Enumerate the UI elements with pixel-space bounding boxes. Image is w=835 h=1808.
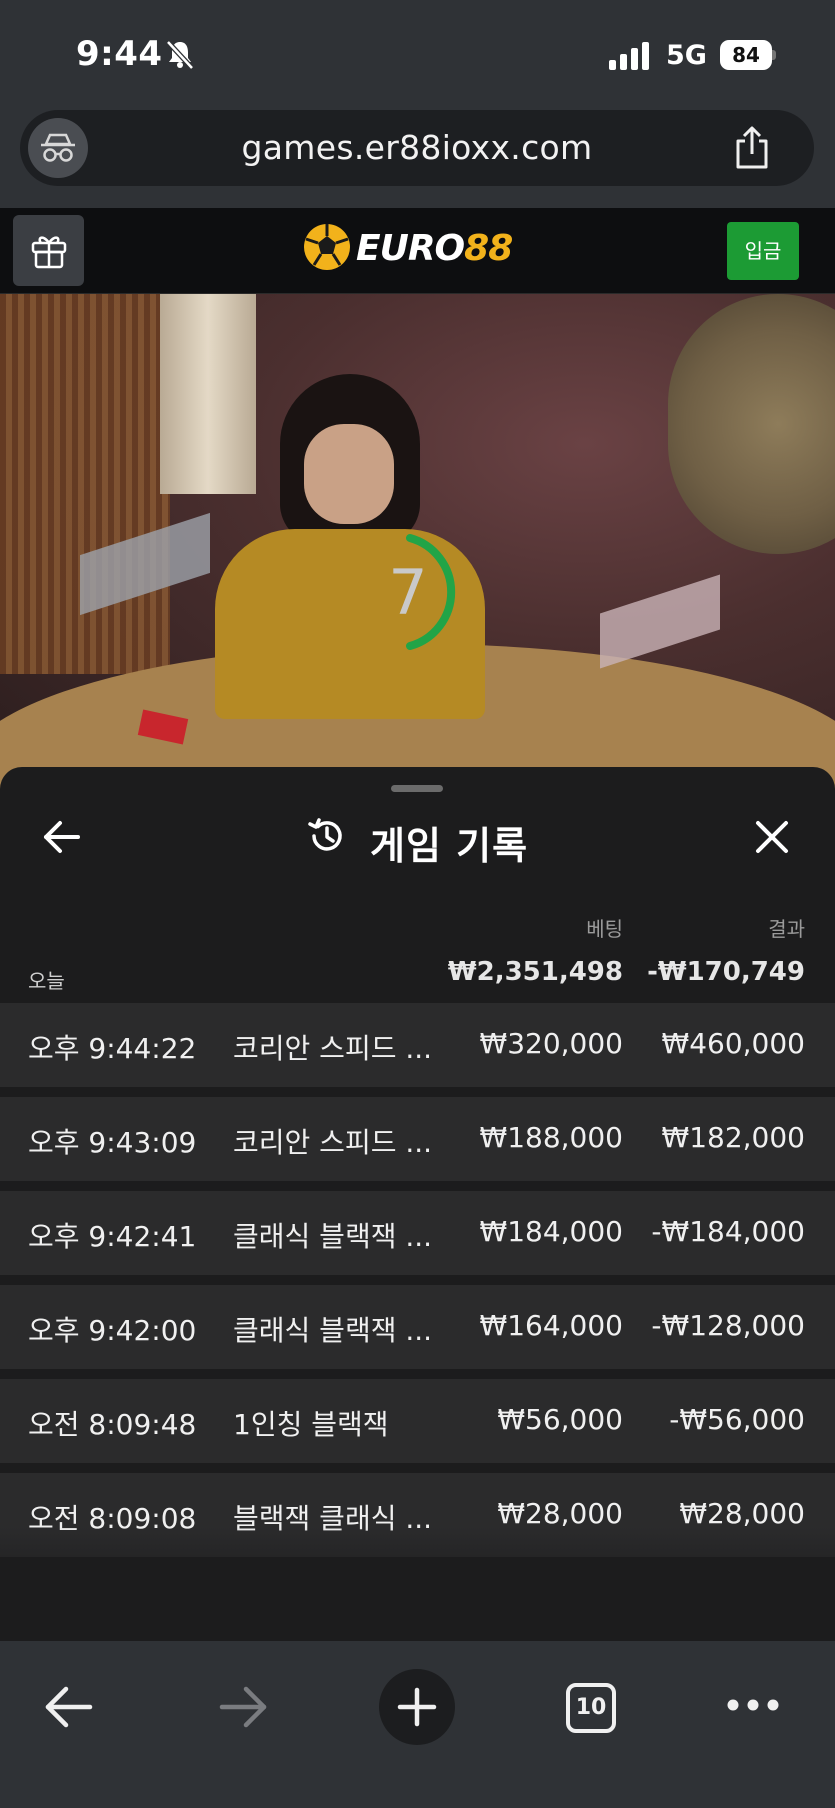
share-icon[interactable] <box>732 126 772 170</box>
url-bar[interactable]: games.er88ioxx.com <box>20 110 814 186</box>
gift-button[interactable] <box>13 215 84 286</box>
countdown-timer: 7 <box>360 528 488 656</box>
logo-text: EURO88 <box>356 228 513 269</box>
row-game: 코리안 스피드 ... <box>233 1126 433 1159</box>
row-bet: ₩164,000 <box>479 1309 623 1342</box>
row-time: 오전 8:09:48 <box>28 1408 197 1441</box>
column-header-result: 결과 <box>768 917 805 941</box>
today-result-total: -₩170,749 <box>647 957 805 987</box>
row-game: 클래식 블랙잭 ... <box>233 1314 433 1347</box>
row-bet: ₩28,000 <box>497 1497 623 1530</box>
game-history-panel: 게임 기록 베팅 결과 오늘 ₩2,351,498 -₩170,749 오후 9… <box>0 767 835 1641</box>
history-row[interactable]: 오후 9:44:22 코리안 스피드 ... ₩320,000 ₩460,000 <box>0 1003 835 1087</box>
row-result: -₩128,000 <box>651 1309 805 1342</box>
row-time: 오후 9:43:09 <box>28 1126 197 1159</box>
wall-medallion <box>668 294 835 554</box>
row-result: -₩56,000 <box>669 1403 805 1436</box>
deposit-button[interactable]: 입금 <box>727 222 799 280</box>
row-bet: ₩188,000 <box>479 1121 623 1154</box>
sheet-grabber[interactable] <box>391 785 443 792</box>
back-icon[interactable] <box>44 1685 94 1729</box>
panel-header: 게임 기록 <box>306 811 566 868</box>
today-summary: 오늘 ₩2,351,498 -₩170,749 <box>0 953 835 993</box>
history-row[interactable]: 오후 9:42:41 클래식 블랙잭 ... ₩184,000 -₩184,00… <box>0 1191 835 1275</box>
row-result: ₩182,000 <box>661 1121 805 1154</box>
list-fade-overlay <box>0 1527 835 1641</box>
history-row[interactable]: 오후 9:43:09 코리안 스피드 ... ₩188,000 ₩182,000 <box>0 1097 835 1181</box>
row-game: 코리안 스피드 ... <box>233 1032 433 1065</box>
history-row[interactable]: 오후 9:42:00 클래식 블랙잭 ... ₩164,000 -₩128,00… <box>0 1285 835 1369</box>
discard-tray <box>600 574 720 669</box>
row-time: 오후 9:42:41 <box>28 1220 197 1253</box>
row-result: -₩184,000 <box>651 1215 805 1248</box>
close-icon[interactable] <box>752 817 792 857</box>
network-label: 5G <box>666 40 707 71</box>
gift-icon <box>31 236 67 269</box>
battery-level: 84 <box>720 40 772 70</box>
row-result: ₩460,000 <box>661 1027 805 1060</box>
battery-icon: 84 <box>720 40 776 70</box>
forward-icon[interactable] <box>218 1685 268 1729</box>
row-bet: ₩56,000 <box>497 1403 623 1436</box>
row-game: 클래식 블랙잭 ... <box>233 1220 433 1253</box>
row-game: 1인칭 블랙잭 <box>233 1408 389 1441</box>
new-tab-button[interactable] <box>379 1669 455 1745</box>
status-bar: 9:44 5G 84 <box>0 0 835 108</box>
today-bet-total: ₩2,351,498 <box>447 957 623 987</box>
signal-icon <box>609 42 649 70</box>
url-text[interactable]: games.er88ioxx.com <box>20 128 814 167</box>
row-time: 오후 9:42:00 <box>28 1314 197 1347</box>
logo-word: EURO <box>356 228 465 269</box>
row-bet: ₩184,000 <box>479 1215 623 1248</box>
row-time: 오후 9:44:22 <box>28 1032 197 1065</box>
background-pillar <box>160 294 256 494</box>
history-list: 오후 9:44:22 코리안 스피드 ... ₩320,000 ₩460,000… <box>0 1003 835 1567</box>
today-label: 오늘 <box>28 969 65 993</box>
history-row[interactable]: 오전 8:09:48 1인칭 블랙잭 ₩56,000 -₩56,000 <box>0 1379 835 1463</box>
bell-slash-icon <box>166 40 194 70</box>
more-icon[interactable] <box>726 1697 780 1713</box>
tabs-icon[interactable]: 10 <box>566 1683 616 1733</box>
history-icon <box>308 818 342 851</box>
plus-icon <box>397 1687 437 1727</box>
site-header: EURO88 입금 <box>0 208 835 294</box>
row-bet: ₩320,000 <box>479 1027 623 1060</box>
battery-cap <box>772 50 776 60</box>
site-logo[interactable]: EURO88 <box>302 222 522 278</box>
arrow-left-icon[interactable] <box>42 817 82 857</box>
countdown-number: 7 <box>388 556 428 629</box>
status-time: 9:44 <box>76 34 163 74</box>
dealer-face <box>304 424 394 524</box>
panel-title: 게임 기록 <box>370 824 529 868</box>
soccer-ball-icon <box>304 224 350 270</box>
row-result: ₩28,000 <box>679 1497 805 1530</box>
live-dealer-video[interactable]: 7 <box>0 294 835 794</box>
column-header-bet: 베팅 <box>586 917 623 941</box>
background-lattice <box>0 294 170 674</box>
logo-number: 88 <box>464 228 513 269</box>
browser-toolbar: 10 <box>0 1641 835 1808</box>
